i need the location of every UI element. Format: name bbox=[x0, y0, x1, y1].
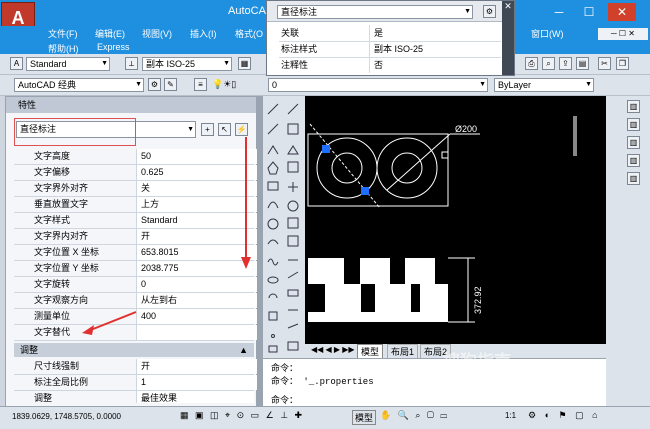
chevron-down-icon: ▼ bbox=[223, 60, 230, 67]
menu-express[interactable]: Express bbox=[97, 42, 130, 52]
arrange-icon[interactable]: ▥ bbox=[627, 154, 640, 167]
customize-icon[interactable]: ✎ bbox=[164, 78, 177, 91]
layer-manager-icon[interactable]: ≡ bbox=[194, 78, 207, 91]
command-history-line: 命令： bbox=[271, 364, 299, 374]
drafting-toggles[interactable]: ▦ ▣ ◫ ⌖ ⊙ ▭ ∠ ⊥ ✚ bbox=[180, 410, 304, 421]
tab-model[interactable]: 模型 bbox=[357, 344, 384, 359]
drawing-geometry: Ø200 372.92 bbox=[307, 116, 577, 323]
arrange-icon[interactable]: ▥ bbox=[627, 136, 640, 149]
model-toggle[interactable]: 模型 bbox=[352, 410, 377, 425]
vertical-dim-label: 372.92 bbox=[473, 286, 483, 314]
dim-style-value: 副本 ISO-25 bbox=[146, 59, 196, 69]
quick-property-value[interactable]: 副本 ISO-25 bbox=[369, 41, 423, 57]
layer-value: 0 bbox=[272, 80, 278, 90]
draw-modify-toolbars bbox=[263, 96, 305, 358]
command-window[interactable]: 命令： 命令： '_.properties 命令： 搜狗指南 zhinan.so… bbox=[263, 352, 606, 407]
menu-format[interactable]: 格式(O bbox=[235, 27, 263, 40]
right-inner-circle bbox=[391, 152, 423, 184]
publish-icon[interactable]: ⇪ bbox=[559, 57, 572, 70]
drawing-canvas[interactable]: Ø200 372.92 bbox=[305, 96, 606, 358]
copy-icon[interactable]: ❐ bbox=[616, 57, 629, 70]
grip-handle bbox=[441, 151, 449, 159]
status-bar: 1839.0629, 1748.5705, 0.0000 ▦ ▣ ◫ ⌖ ⊙ ▭… bbox=[0, 406, 650, 429]
quick-properties-type-combo[interactable]: 直径标注 ▼ bbox=[277, 5, 473, 19]
selected-dim-line bbox=[309, 123, 381, 209]
print-preview-icon[interactable]: ⌕ bbox=[542, 57, 555, 70]
quick-property-key: 关联 bbox=[281, 28, 300, 38]
menu-edit[interactable]: 编辑(E) bbox=[95, 27, 125, 40]
diameter-dim-line bbox=[386, 133, 451, 191]
quick-property-value[interactable]: 否 bbox=[369, 57, 383, 73]
workspace-combo[interactable]: AutoCAD 经典 ▼ bbox=[14, 78, 144, 92]
maximize-icon[interactable]: ☐ bbox=[578, 3, 600, 21]
text-style-combo[interactable]: Standard ▼ bbox=[26, 57, 110, 71]
menu-view[interactable]: 视图(V) bbox=[142, 27, 172, 40]
arrange-icon[interactable]: ▥ bbox=[627, 118, 640, 131]
menu-insert[interactable]: 插入(I) bbox=[190, 27, 217, 40]
print-icon[interactable]: ⎙ bbox=[525, 57, 538, 70]
cut-icon[interactable]: ✂ bbox=[598, 57, 611, 70]
quick-property-key: 标注样式 bbox=[281, 44, 318, 54]
chevron-down-icon: ▼ bbox=[585, 81, 592, 88]
plot-icon[interactable]: ▤ bbox=[576, 57, 589, 70]
quick-properties-close-strip[interactable]: ✕ bbox=[502, 1, 514, 75]
red-arrow-head bbox=[82, 325, 94, 335]
arrange-icon[interactable]: ▥ bbox=[627, 100, 640, 113]
dim-style-combo[interactable]: 副本 ISO-25 ▼ bbox=[142, 57, 232, 71]
linetype-combo[interactable]: ByLayer ▼ bbox=[494, 78, 594, 92]
chevron-down-icon: ▼ bbox=[135, 81, 142, 88]
workspace-settings-icon[interactable]: ⚙ bbox=[148, 78, 161, 91]
arrange-icon[interactable]: ▥ bbox=[627, 172, 640, 185]
chevron-down-icon: ▼ bbox=[464, 8, 471, 15]
command-prompt[interactable]: 命令： bbox=[271, 393, 298, 406]
customize-icon[interactable]: ⚙ bbox=[483, 5, 496, 18]
properties-palette: 特性 直径标注 ▼ + ↖ ⚡ 文字高度 50 文字偏移 0.625 文字界外对齐关 … bbox=[5, 96, 259, 411]
workspace-value: AutoCAD 经典 bbox=[18, 80, 77, 90]
quick-property-row[interactable]: 标注样式 副本 ISO-25 bbox=[279, 41, 501, 58]
tool-icons bbox=[267, 103, 299, 353]
quick-property-row[interactable]: 关联 是 bbox=[279, 25, 501, 42]
diameter-label: Ø200 bbox=[455, 124, 477, 134]
menu-file[interactable]: 文件(F) bbox=[48, 27, 78, 40]
quick-property-row[interactable]: 注释性 否 bbox=[279, 57, 501, 73]
tray-icons[interactable]: ⚙ ◐ ⚑ ▢ ⌂ bbox=[528, 410, 601, 421]
watermark-url: zhinan.sogou.com bbox=[453, 369, 533, 379]
quick-properties-panel: 直径标注 ▼ ⚙ ✕ 关联 是 标注样式 副本 ISO-25 注释性 否 bbox=[266, 0, 515, 76]
red-arrow-line bbox=[87, 311, 137, 332]
right-docked-toolbar: ▥ ▥ ▥ ▥ ▥ bbox=[606, 96, 650, 406]
command-history-line: 命令： '_.properties bbox=[271, 377, 374, 387]
layer-state-icons[interactable]: 💡☀▯ bbox=[212, 79, 236, 90]
text-style-value: Standard bbox=[30, 59, 67, 69]
tab-nav-arrows[interactable]: ◀◀ ◀ ▶ ▶▶ bbox=[311, 345, 355, 354]
quick-properties-type: 直径标注 bbox=[281, 7, 318, 17]
grip-handle[interactable] bbox=[361, 187, 369, 195]
coordinate-readout: 1839.0629, 1748.5705, 0.0000 bbox=[12, 412, 121, 421]
chevron-down-icon: ▼ bbox=[101, 60, 108, 67]
annotation-arrows bbox=[82, 137, 251, 335]
annotation-scale[interactable]: 1:1 bbox=[505, 411, 516, 420]
tab-layout1[interactable]: 布局1 bbox=[387, 344, 419, 359]
grip-handle[interactable] bbox=[322, 145, 330, 153]
plate-outline bbox=[307, 133, 449, 207]
dim-style-icon[interactable]: ⟂ bbox=[125, 57, 138, 70]
text-style-icon[interactable]: A bbox=[10, 57, 23, 70]
chevron-down-icon: ▼ bbox=[479, 81, 486, 88]
navigation-icons[interactable]: ✋ 🔍 ⌕ ▢ ▭ bbox=[380, 410, 449, 421]
close-icon[interactable]: ✕ bbox=[608, 3, 636, 21]
linetype-value: ByLayer bbox=[498, 80, 532, 90]
table-style-icon[interactable]: ▦ bbox=[238, 57, 251, 70]
right-outer-circle bbox=[376, 137, 438, 199]
quick-property-key: 注释性 bbox=[281, 60, 309, 70]
quick-property-value[interactable]: 是 bbox=[369, 25, 383, 41]
menu-window[interactable]: 窗口(W) bbox=[531, 27, 564, 40]
minimize-icon[interactable]: ─ bbox=[548, 3, 570, 21]
red-arrow-head bbox=[241, 257, 251, 269]
close-icon[interactable]: ✕ bbox=[504, 1, 512, 11]
drawing-window-controls[interactable]: ─ ☐ ✕ bbox=[598, 28, 648, 40]
bottom-pattern bbox=[308, 258, 448, 322]
layer-combo[interactable]: 0 ▼ bbox=[268, 78, 488, 92]
